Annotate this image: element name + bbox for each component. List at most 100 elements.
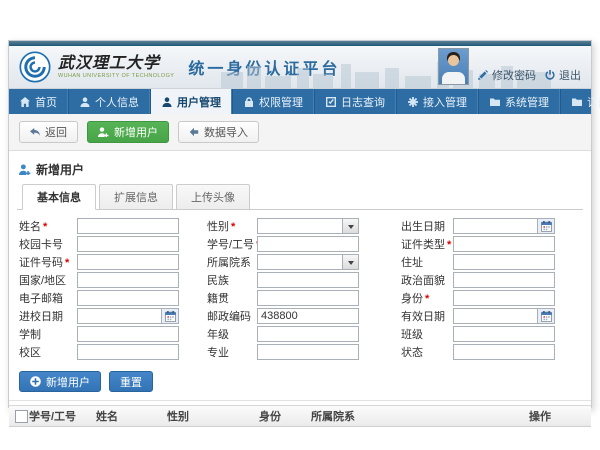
user-icon xyxy=(162,97,172,107)
university-logo-icon xyxy=(19,51,51,83)
status-input[interactable] xyxy=(453,344,555,360)
field-label: 学号/工号* xyxy=(207,236,257,252)
reset-button[interactable]: 重置 xyxy=(109,371,153,392)
gender-select[interactable] xyxy=(257,218,359,234)
submit-add-user-button[interactable]: 新增用户 xyxy=(19,371,101,392)
calendar-icon[interactable] xyxy=(161,309,178,323)
select-all-checkbox[interactable] xyxy=(15,410,28,423)
field-label: 专业 xyxy=(207,344,257,360)
form-tabs: 基本信息 扩展信息 上传头像 xyxy=(17,184,583,210)
political-status-input[interactable] xyxy=(453,272,555,288)
lock-icon xyxy=(244,97,254,107)
enrollment-date-field[interactable] xyxy=(77,308,179,324)
content-area: 新增用户 基本信息 扩展信息 上传头像 姓名* 性别* 出生日期 xyxy=(9,151,591,437)
logout-link[interactable]: 退出 xyxy=(545,67,581,86)
field-label: 电子邮箱 xyxy=(19,290,77,306)
change-password-link[interactable]: 修改密码 xyxy=(478,67,536,86)
nav-tab-user-management[interactable]: 用户管理 xyxy=(151,89,233,114)
ethnicity-input[interactable] xyxy=(257,272,359,288)
major-input[interactable] xyxy=(257,344,359,360)
field-label: 班级 xyxy=(401,326,453,342)
field-label: 年级 xyxy=(207,326,257,342)
university-name-block: 武汉理工大学 WUHAN UNIVERSITY OF TECHNOLOGY xyxy=(58,55,174,80)
form-row: 电子邮箱 籍贯 身份* xyxy=(19,290,581,306)
nav-tab-access-management[interactable]: 接入管理 xyxy=(397,89,479,114)
id-number-input[interactable] xyxy=(77,254,179,270)
column-header-department[interactable]: 所属院系 xyxy=(311,408,529,424)
tab-extended-info[interactable]: 扩展信息 xyxy=(99,184,173,210)
check-square-icon xyxy=(326,97,336,107)
id-type-input[interactable] xyxy=(453,236,555,252)
birth-date-field[interactable] xyxy=(453,218,555,234)
field-label: 国家/地区 xyxy=(19,272,77,288)
campus-input[interactable] xyxy=(77,344,179,360)
calendar-icon[interactable] xyxy=(537,309,554,323)
arrow-left-icon xyxy=(189,127,199,137)
nav-tab-home[interactable]: 首页 xyxy=(9,89,69,114)
school-system-input[interactable] xyxy=(77,326,179,342)
address-input[interactable] xyxy=(453,254,555,270)
field-label: 民族 xyxy=(207,272,257,288)
toolbar: 返回 新增用户 数据导入 xyxy=(9,114,591,151)
native-place-input[interactable] xyxy=(257,290,359,306)
field-label: 状态 xyxy=(401,344,453,360)
column-header-identity[interactable]: 身份 xyxy=(259,408,311,424)
campus-card-input[interactable] xyxy=(77,236,179,252)
column-header-name[interactable]: 姓名 xyxy=(96,408,167,424)
field-label: 有效日期 xyxy=(401,308,453,324)
field-label: 校区 xyxy=(19,344,77,360)
column-header-id[interactable]: 学号/工号 xyxy=(29,408,96,424)
class-input[interactable] xyxy=(453,326,555,342)
form-row: 国家/地区 民族 政治面貌 xyxy=(19,272,581,288)
app-window: 武汉理工大学 WUHAN UNIVERSITY OF TECHNOLOGY 统一… xyxy=(8,40,592,408)
nav-tab-log-query[interactable]: 日志查询 xyxy=(315,89,397,114)
field-label: 政治面貌 xyxy=(401,272,453,288)
department-select[interactable] xyxy=(257,254,359,270)
back-button[interactable]: 返回 xyxy=(19,121,78,143)
calendar-icon[interactable] xyxy=(537,219,554,233)
nav-tab-subscription-management[interactable]: 订阅管理 xyxy=(561,89,600,114)
form-row: 校区 专业 状态 xyxy=(19,344,581,360)
arrow-back-icon xyxy=(30,127,40,137)
nav-tab-system-management[interactable]: 系统管理 xyxy=(479,89,561,114)
field-label: 出生日期 xyxy=(401,218,453,234)
home-icon xyxy=(20,97,30,107)
country-region-input[interactable] xyxy=(77,272,179,288)
data-import-button[interactable]: 数据导入 xyxy=(178,121,259,143)
person-add-icon xyxy=(98,127,109,137)
nav-tab-personal-info[interactable]: 个人信息 xyxy=(69,89,151,114)
nav-tab-permission-management[interactable]: 权限管理 xyxy=(233,89,315,114)
required-marker: * xyxy=(43,221,47,233)
email-input[interactable] xyxy=(77,290,179,306)
gear-icon xyxy=(408,97,418,107)
postal-code-input[interactable] xyxy=(257,308,359,324)
university-name: 武汉理工大学 xyxy=(58,55,174,71)
change-password-label: 修改密码 xyxy=(492,67,536,83)
grade-input[interactable] xyxy=(257,326,359,342)
field-label: 籍贯 xyxy=(207,290,257,306)
field-label: 学制 xyxy=(19,326,77,342)
chevron-down-icon[interactable] xyxy=(342,255,358,269)
tab-basic-info[interactable]: 基本信息 xyxy=(22,184,96,210)
form-actions: 新增用户 重置 xyxy=(17,366,583,400)
logout-label: 退出 xyxy=(559,67,581,83)
valid-date-field[interactable] xyxy=(453,308,555,324)
field-label: 邮政编码 xyxy=(207,308,257,324)
folder-icon xyxy=(572,97,582,107)
field-label: 住址 xyxy=(401,254,453,270)
divider xyxy=(9,400,591,401)
form-row: 姓名* 性别* 出生日期 xyxy=(19,218,581,234)
column-header-operation: 操作 xyxy=(529,408,591,424)
student-staff-id-input[interactable] xyxy=(257,236,359,252)
tab-upload-avatar[interactable]: 上传头像 xyxy=(176,184,250,210)
add-user-toolbar-button[interactable]: 新增用户 xyxy=(87,121,169,143)
basic-info-form: 姓名* 性别* 出生日期 校园卡号 学号/工 xyxy=(17,210,583,366)
header-user-area: 修改密码 退出 xyxy=(438,48,581,86)
required-marker: * xyxy=(65,257,69,269)
field-label: 性别* xyxy=(207,218,257,234)
chevron-down-icon[interactable] xyxy=(342,219,358,233)
identity-input[interactable] xyxy=(453,290,555,306)
name-input[interactable] xyxy=(77,218,179,234)
column-header-gender[interactable]: 性别 xyxy=(167,408,259,424)
required-marker: * xyxy=(447,239,451,251)
